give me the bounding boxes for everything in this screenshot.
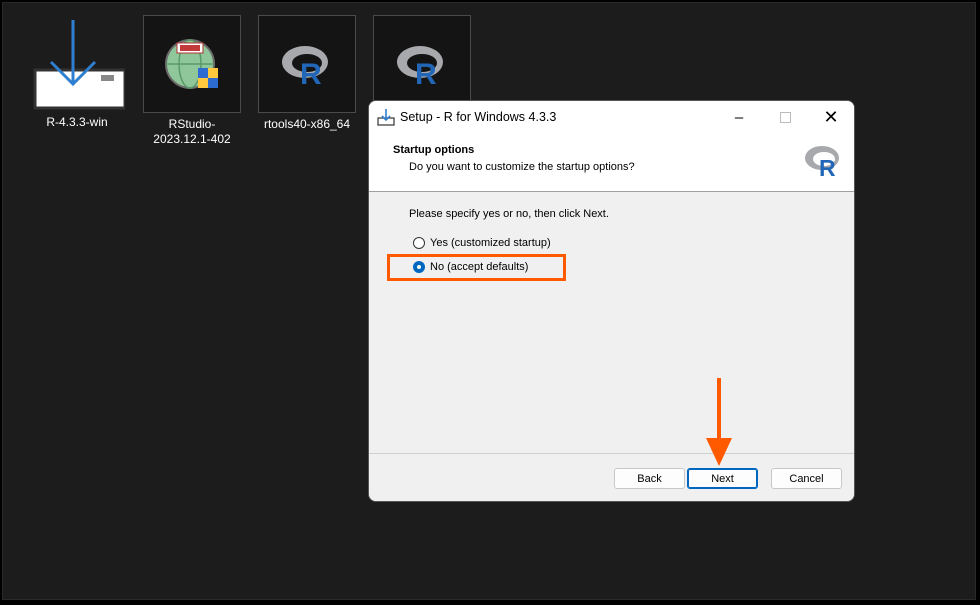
- setup-installer-icon: [377, 108, 395, 131]
- cancel-button[interactable]: Cancel: [771, 468, 842, 489]
- back-button[interactable]: Back: [614, 468, 685, 489]
- r-logo-icon: R: [258, 15, 356, 113]
- desktop-icon-label: R-4.3.3-win: [46, 115, 108, 129]
- close-icon: ✕: [823, 106, 839, 127]
- desktop-icon-rtools[interactable]: R rtools40-x86_64: [255, 15, 359, 132]
- annotation-highlight-box: [387, 254, 566, 281]
- desktop-icon-r-installer[interactable]: R-4.3.3-win: [25, 13, 129, 130]
- option-yes-label: Yes (customized startup): [430, 237, 551, 249]
- r-logo-icon: R: [804, 144, 844, 183]
- minimize-icon: –: [734, 108, 744, 126]
- maximize-button[interactable]: [762, 101, 808, 133]
- page-title: Startup options: [393, 144, 475, 156]
- option-yes[interactable]: Yes (customized startup): [413, 235, 551, 251]
- radio-yes[interactable]: [413, 237, 425, 249]
- title-bar[interactable]: Setup - R for Windows 4.3.3 – ✕: [369, 101, 854, 133]
- next-button[interactable]: Next: [687, 468, 758, 489]
- instruction-text: Please specify yes or no, then click Nex…: [409, 208, 609, 220]
- minimize-button[interactable]: –: [716, 101, 762, 133]
- svg-text:R: R: [415, 58, 437, 86]
- desktop: R-4.3.3-win RStudio-2023.12.1-402 R rtoo…: [2, 2, 976, 600]
- setup-globe-icon: [143, 15, 241, 113]
- maximize-icon: [779, 111, 791, 123]
- desktop-icon-label: rtools40-x86_64: [263, 117, 351, 131]
- installer-download-icon: [28, 13, 126, 111]
- setup-dialog: Setup - R for Windows 4.3.3 – ✕ Startup …: [369, 101, 854, 501]
- window-title: Setup - R for Windows 4.3.3: [400, 110, 557, 124]
- annotation-arrow-icon: [706, 378, 732, 466]
- svg-text:R: R: [819, 155, 836, 178]
- desktop-icon-label: RStudio-2023.12.1-402: [153, 117, 231, 146]
- r-logo-icon: R: [373, 15, 471, 113]
- page-subtitle: Do you want to customize the startup opt…: [409, 161, 635, 173]
- close-button[interactable]: ✕: [808, 101, 854, 133]
- desktop-icon-rstudio[interactable]: RStudio-2023.12.1-402: [140, 15, 244, 147]
- svg-text:R: R: [300, 58, 322, 86]
- wizard-header: Startup options Do you want to customize…: [369, 133, 854, 192]
